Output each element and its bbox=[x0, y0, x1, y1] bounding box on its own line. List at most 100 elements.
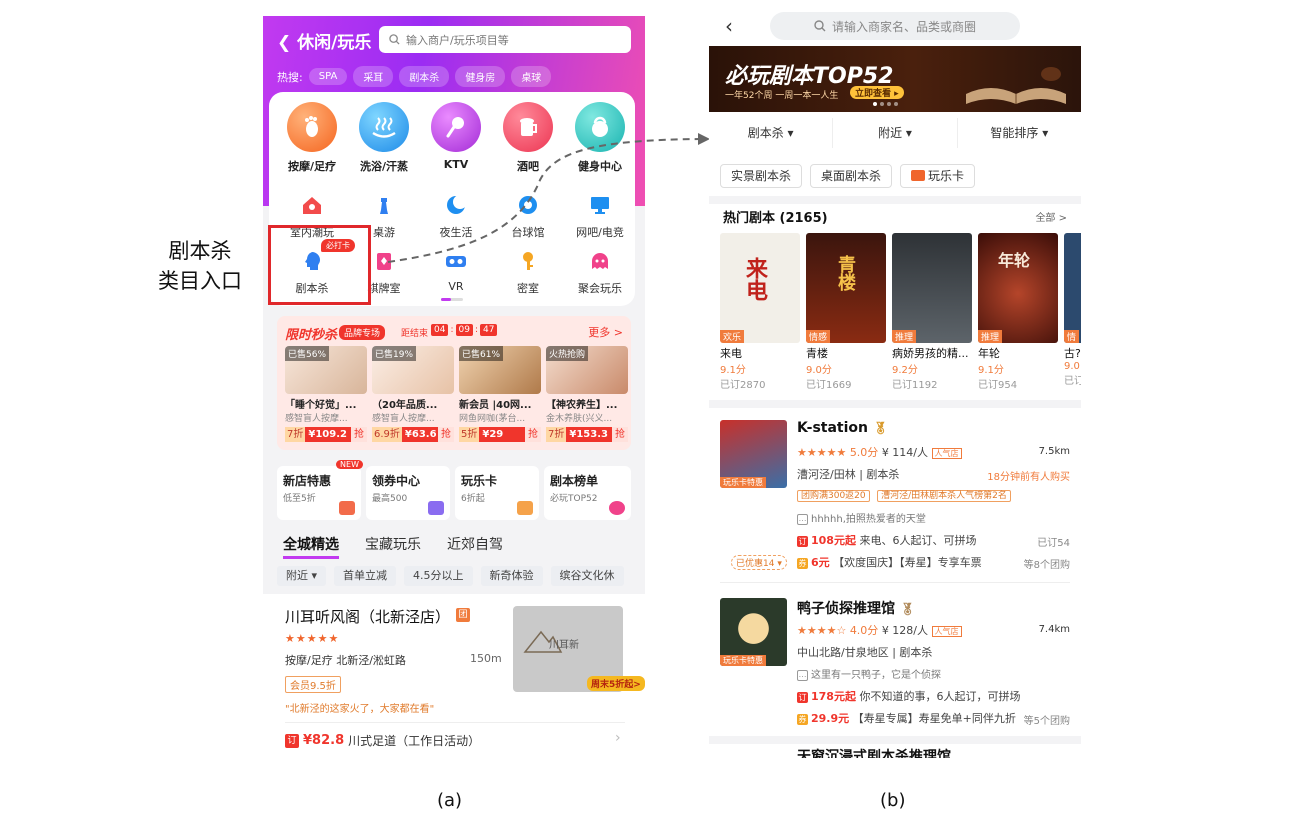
popular-badge: 人气店 bbox=[931, 626, 962, 637]
poster-image: 来电 欢乐 bbox=[720, 233, 800, 343]
booking-count: 已订2870 bbox=[720, 380, 766, 391]
avg-price: ¥ 128/人 bbox=[881, 624, 929, 637]
comment-row: ⋯ 这里有一只鸭子，它是个侦探 bbox=[797, 666, 941, 681]
poster-art-text: 来电 bbox=[742, 257, 767, 301]
more-deals[interactable]: 等8个团购 bbox=[1024, 556, 1070, 571]
deal-price: 29.9元 bbox=[811, 712, 850, 725]
deal-row[interactable]: 券 29.9元 【寿星专属】寿星免单+同伴九折 bbox=[797, 710, 1016, 726]
connector-arrow bbox=[387, 133, 710, 263]
chip-play-card[interactable]: 玩乐卡 bbox=[900, 164, 976, 188]
script-name: 青楼 bbox=[806, 347, 828, 360]
genre-tag: 情 bbox=[1064, 330, 1080, 343]
section-separator bbox=[709, 400, 1081, 408]
chip-tabletop[interactable]: 桌面剧本杀 bbox=[810, 164, 893, 188]
discount-coupon[interactable]: 已优惠14 ▾ bbox=[731, 555, 787, 570]
search-icon bbox=[814, 20, 826, 32]
chip-live-action[interactable]: 实景剧本杀 bbox=[720, 164, 803, 188]
hot-scripts-title: 热门剧本 (2165) bbox=[723, 211, 828, 226]
poster-image: 情 bbox=[1064, 233, 1081, 343]
card-icon bbox=[911, 170, 926, 181]
sold-count: 已订54 bbox=[1037, 538, 1070, 549]
script-poster[interactable]: 情 古? 9.0 已订 bbox=[1064, 233, 1081, 387]
poster-image: 推理 bbox=[892, 233, 972, 343]
shop-name: 天窗沉浸式剧本杀推理馆 bbox=[797, 749, 951, 758]
medal-icon: 🏅︎ bbox=[899, 602, 916, 616]
genre-tag: 欢乐 bbox=[720, 330, 745, 343]
booking-count: 已订1192 bbox=[892, 380, 938, 391]
genre-tag: 情感 bbox=[806, 330, 831, 343]
script-name: 年轮 bbox=[978, 347, 1000, 360]
order-icon: 订 bbox=[797, 535, 808, 547]
sort-bar: 剧本杀 ▾ 附近 ▾ 智能排序 ▾ bbox=[709, 118, 1081, 148]
medal-icon: 🏅︎ bbox=[872, 421, 889, 435]
voucher-icon: 券 bbox=[797, 557, 808, 569]
comment-text: hhhhh,拍照热爱者的天堂 bbox=[811, 514, 926, 525]
script-poster[interactable]: 青楼 情感 青楼 9.0分 已订1669 bbox=[806, 233, 888, 391]
shop-distance: 7.5km bbox=[1038, 446, 1070, 457]
ranking-pill: 漕河泾/田林剧本杀人气榜第2名 bbox=[877, 490, 1011, 502]
poster-art-text: 青楼 bbox=[835, 255, 856, 291]
divider bbox=[720, 582, 1070, 583]
comment-row: ⋯ hhhhh,拍照热爱者的天堂 bbox=[797, 510, 926, 525]
order-icon: 订 bbox=[797, 691, 808, 703]
popular-badge: 人气店 bbox=[931, 448, 962, 459]
deal-price: 108元起 bbox=[811, 534, 856, 547]
more-deals[interactable]: 等5个团购 bbox=[1024, 712, 1070, 727]
subcategory-chips: 实景剧本杀 桌面剧本杀 玩乐卡 bbox=[720, 164, 976, 188]
voucher-icon: 券 bbox=[797, 713, 808, 725]
sort-smart[interactable]: 智能排序 ▾ bbox=[958, 118, 1081, 148]
poster-image: 青楼 情感 bbox=[806, 233, 886, 343]
play-card-ribbon: 玩乐卡特惠 bbox=[720, 655, 766, 666]
sort-nearby[interactable]: 附近 ▾ bbox=[833, 118, 958, 148]
banner-subtitle: 一年52个周 一周一本一人生 bbox=[725, 91, 839, 101]
shop-name: K-station 🏅︎ bbox=[797, 420, 888, 436]
comment-text: 这里有一只鸭子，它是个侦探 bbox=[811, 670, 941, 681]
right-phone-screen: ‹ 请输入商家名、品类或商圈 必玩剧本TOP52 一年52个周 一周一本一人生 … bbox=[709, 6, 1081, 758]
shop-name: 鸭子侦探推理馆 🏅︎ bbox=[797, 598, 915, 618]
back-chevron-icon[interactable]: ‹ bbox=[725, 14, 733, 38]
poster-image: 年轮 推理 bbox=[978, 233, 1058, 343]
shop-area: 中山北路/甘泉地区 | 剧本杀 bbox=[797, 646, 933, 659]
script-score: 9.2分 bbox=[892, 365, 918, 376]
comment-icon: ⋯ bbox=[797, 669, 808, 681]
deal-text: 【寿星专属】寿星免单+同伴九折 bbox=[852, 712, 1016, 725]
search-input[interactable]: 请输入商家名、品类或商圈 bbox=[770, 12, 1020, 40]
script-poster[interactable]: 年轮 推理 年轮 9.1分 已订954 bbox=[978, 233, 1060, 391]
shop-listing[interactable]: 玩乐卡特惠 K-station 🏅︎ ★★★★★ 5.0分 ¥ 114/人 人气… bbox=[709, 420, 1081, 580]
comment-icon: ⋯ bbox=[797, 513, 808, 525]
shop-listing[interactable]: 玩乐卡特惠 鸭子侦探推理馆 🏅︎ ★★★★☆ 4.0分 ¥ 128/人 人气店 … bbox=[709, 598, 1081, 758]
shop-thumbnail: 玩乐卡特惠 bbox=[720, 598, 787, 666]
booking-count: 已订 bbox=[1064, 376, 1081, 387]
script-name: 来电 bbox=[720, 347, 742, 360]
open-book-icon bbox=[966, 67, 1066, 104]
sort-category[interactable]: 剧本杀 ▾ bbox=[709, 118, 834, 148]
banner-dots bbox=[873, 102, 898, 106]
deal-row[interactable]: 订 108元起 来电、6人起订、可拼场 bbox=[797, 532, 976, 548]
shop-name-text: 鸭子侦探推理馆 bbox=[797, 601, 895, 617]
script-name: 古? bbox=[1064, 347, 1081, 360]
play-card-ribbon: 玩乐卡特惠 bbox=[720, 477, 766, 488]
deal-text: 【欢度国庆】【寿星】专享车票 bbox=[833, 556, 982, 569]
poster-art-text: 年轮 bbox=[998, 251, 1031, 270]
top52-banner[interactable]: 必玩剧本TOP52 一年52个周 一周一本一人生 立即查看 ▸ bbox=[709, 46, 1081, 112]
section-separator bbox=[709, 196, 1081, 204]
star-rating: ★★★★★ bbox=[797, 446, 847, 459]
deal-row[interactable]: 券 6元 【欢度国庆】【寿星】专享车票 bbox=[797, 554, 982, 570]
view-now-button[interactable]: 立即查看 ▸ bbox=[850, 86, 904, 99]
section-separator bbox=[709, 736, 1081, 744]
caption-left: (a) bbox=[437, 790, 463, 811]
see-all-link[interactable]: 全部 > bbox=[1035, 209, 1067, 224]
deal-row[interactable]: 订 178元起 你不知道的事，6人起订，可拼场 bbox=[797, 688, 1020, 704]
promo-pill: 团购满300返20 bbox=[797, 490, 870, 502]
script-score: 9.0分 bbox=[806, 365, 832, 376]
script-poster[interactable]: 来电 欢乐 来电 9.1分 已订2870 bbox=[720, 233, 802, 391]
deal-price: 6元 bbox=[811, 556, 830, 569]
rating-row: ★★★★☆ 4.0分 ¥ 128/人 人气店 bbox=[797, 622, 962, 638]
booking-count: 已订954 bbox=[978, 380, 1018, 391]
chip-label: 玩乐卡 bbox=[928, 169, 965, 183]
genre-tag: 推理 bbox=[978, 330, 1003, 343]
shop-thumbnail: 玩乐卡特惠 bbox=[720, 420, 787, 488]
script-name: 病娇男孩的精... bbox=[892, 347, 969, 360]
deal-price: 178元起 bbox=[811, 690, 856, 703]
script-poster[interactable]: 推理 病娇男孩的精... 9.2分 已订1192 bbox=[892, 233, 974, 391]
